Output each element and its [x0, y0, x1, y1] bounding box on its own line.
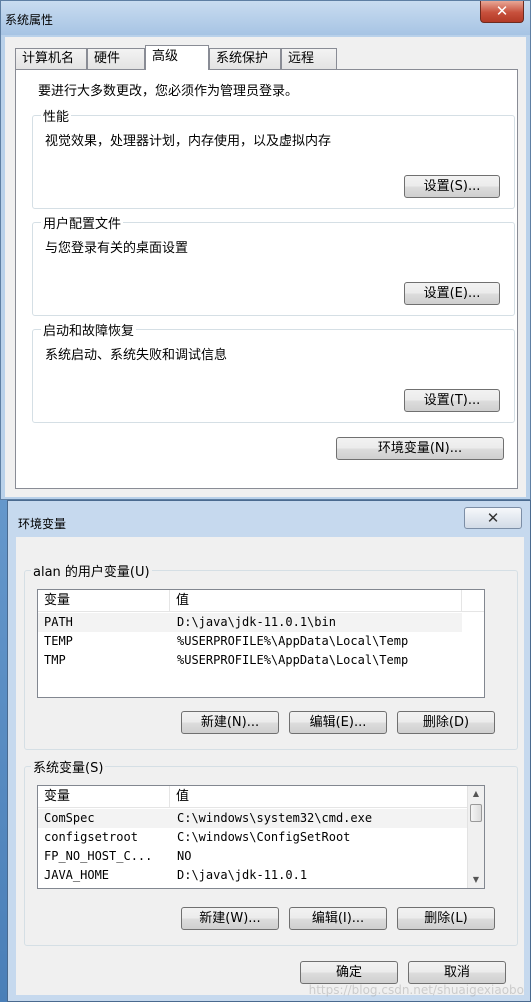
list-row[interactable]: FP_NO_HOST_C... NO — [38, 847, 469, 866]
title-bar[interactable]: 系统属性 ✕ — [1, 1, 530, 35]
column-header-value[interactable]: 值 — [170, 590, 462, 612]
scroll-down-arrow-icon[interactable]: ▼ — [468, 872, 484, 888]
performance-settings-button[interactable]: 设置(S)... — [404, 175, 500, 198]
column-header-variable[interactable]: 变量 — [38, 590, 170, 612]
system-delete-button[interactable]: 删除(L) — [397, 907, 495, 930]
system-variables-group: 系统变量(S) 变量 值 ComSpec C:\windows\system32… — [24, 757, 518, 946]
variable-name: TEMP — [44, 634, 73, 648]
group-legend: 启动和故障恢复 — [41, 320, 137, 339]
system-properties-window: 系统属性 ✕ 计算机名 硬件 高级 系统保护 远程 要进行大多数更改，您必须作为… — [0, 0, 531, 500]
column-header-variable[interactable]: 变量 — [38, 786, 170, 808]
list-row[interactable]: TEMP %USERPROFILE%\AppData\Local\Temp — [38, 632, 462, 651]
cancel-button[interactable]: 取消 — [408, 961, 506, 984]
startup-recovery-group: 启动和故障恢复 系统启动、系统失败和调试信息 设置(T)... — [32, 320, 515, 423]
tab-system-protection[interactable]: 系统保护 — [209, 48, 281, 69]
startup-recovery-settings-button[interactable]: 设置(T)... — [404, 389, 500, 412]
group-legend: 性能 — [41, 106, 72, 125]
variable-name: configsetroot — [44, 830, 138, 844]
window-title: 系统属性 — [5, 13, 54, 27]
group-legend: alan 的用户变量(U) — [31, 561, 152, 580]
system-variables-list[interactable]: 变量 值 ComSpec C:\windows\system32\cmd.exe… — [37, 785, 485, 889]
close-button[interactable]: ✕ — [480, 1, 524, 23]
list-header: 变量 值 — [38, 590, 484, 612]
system-edit-button[interactable]: 编辑(I)... — [289, 907, 387, 930]
list-row[interactable]: TMP %USERPROFILE%\AppData\Local\Temp — [38, 651, 462, 670]
variable-value: D:\java\jdk-11.0.1 — [177, 868, 308, 882]
user-profiles-group: 用户配置文件 与您登录有关的桌面设置 设置(E)... — [32, 213, 515, 316]
group-description: 视觉效果，处理器计划，内存使用，以及虚拟内存 — [45, 134, 332, 149]
group-legend: 系统变量(S) — [31, 757, 106, 776]
column-header-value[interactable]: 值 — [170, 786, 469, 808]
ok-button[interactable]: 确定 — [300, 961, 398, 984]
close-button[interactable]: ✕ — [464, 507, 522, 529]
title-bar[interactable]: 环境变量 ✕ — [8, 501, 530, 537]
tab-computer-name[interactable]: 计算机名 — [15, 48, 87, 69]
variable-name: TMP — [44, 653, 66, 667]
admin-notice: 要进行大多数更改，您必须作为管理员登录。 — [38, 84, 299, 99]
variable-value: NO — [177, 849, 192, 863]
performance-group: 性能 视觉效果，处理器计划，内存使用，以及虚拟内存 设置(S)... — [32, 106, 515, 209]
tab-advanced[interactable]: 高级 — [145, 45, 209, 70]
watermark-text: https://blog.csdn.net/shuaigexiaobo — [308, 983, 524, 997]
user-variables-group: alan 的用户变量(U) 变量 值 PATH D:\java\jdk-11.0… — [24, 561, 518, 750]
environment-variables-window: 环境变量 ✕ alan 的用户变量(U) 变量 值 PATH D:\java\j… — [7, 500, 531, 1002]
close-icon: ✕ — [495, 2, 509, 20]
variable-value: C:\windows\system32\cmd.exe — [177, 811, 373, 825]
vertical-scrollbar[interactable]: ▲ ▼ — [467, 786, 484, 888]
scroll-up-arrow-icon[interactable]: ▲ — [468, 786, 484, 802]
group-description: 与您登录有关的桌面设置 — [45, 241, 189, 256]
tab-hardware[interactable]: 硬件 — [87, 48, 145, 69]
tab-remote[interactable]: 远程 — [281, 48, 337, 69]
user-edit-button[interactable]: 编辑(E)... — [289, 711, 387, 734]
dialog-body: 计算机名 硬件 高级 系统保护 远程 要进行大多数更改，您必须作为管理员登录。 … — [5, 37, 526, 497]
group-legend: 用户配置文件 — [41, 213, 124, 232]
group-description: 系统启动、系统失败和调试信息 — [45, 348, 228, 363]
list-row[interactable]: JAVA_HOME D:\java\jdk-11.0.1 — [38, 866, 469, 885]
environment-variables-button[interactable]: 环境变量(N)... — [336, 437, 504, 460]
scroll-thumb[interactable] — [470, 804, 482, 822]
variable-value: D:\java\jdk-11.0.1\bin — [177, 615, 336, 629]
advanced-tab-panel: 要进行大多数更改，您必须作为管理员登录。 性能 视觉效果，处理器计划，内存使用，… — [15, 69, 518, 489]
list-header: 变量 值 — [38, 786, 469, 808]
user-new-button[interactable]: 新建(N)... — [181, 711, 279, 734]
variable-name: ComSpec — [44, 811, 95, 825]
user-variables-list[interactable]: 变量 值 PATH D:\java\jdk-11.0.1\bin TEMP %U… — [37, 589, 485, 698]
variable-name: PATH — [44, 615, 73, 629]
dialog-body: alan 的用户变量(U) 变量 值 PATH D:\java\jdk-11.0… — [16, 537, 524, 995]
list-row[interactable]: ComSpec C:\windows\system32\cmd.exe — [38, 809, 469, 828]
variable-name: JAVA_HOME — [44, 868, 110, 882]
window-title: 环境变量 — [18, 517, 67, 531]
list-row[interactable]: PATH D:\java\jdk-11.0.1\bin — [38, 613, 462, 632]
close-icon: ✕ — [486, 509, 500, 527]
list-row[interactable]: configsetroot C:\windows\ConfigSetRoot — [38, 828, 469, 847]
variable-value: C:\windows\ConfigSetRoot — [177, 830, 351, 844]
system-new-button[interactable]: 新建(W)... — [181, 907, 279, 930]
user-profiles-settings-button[interactable]: 设置(E)... — [404, 282, 500, 305]
variable-value: %USERPROFILE%\AppData\Local\Temp — [177, 634, 409, 648]
variable-name: FP_NO_HOST_C... — [44, 849, 153, 863]
variable-value: %USERPROFILE%\AppData\Local\Temp — [177, 653, 409, 667]
user-delete-button[interactable]: 删除(D) — [397, 711, 495, 734]
